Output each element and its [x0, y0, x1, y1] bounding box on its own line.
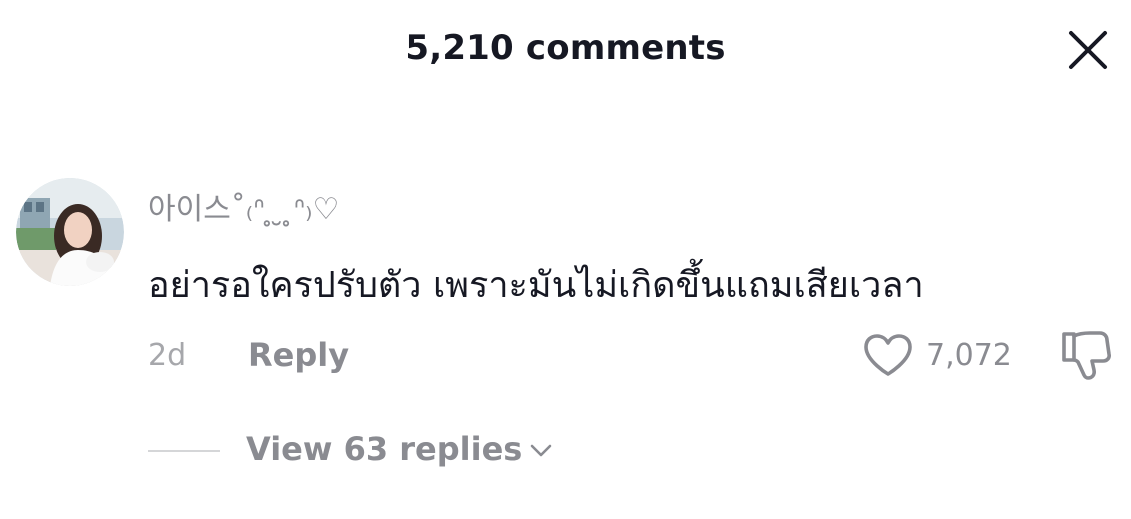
like-count: 7,072 [926, 337, 1012, 373]
comment-timestamp: 2d [148, 338, 187, 373]
comment-username[interactable]: 아이스˚₍ᐢ ̥ ̮ ̥ᐢ₎♡ [148, 184, 339, 228]
avatar[interactable] [16, 178, 124, 286]
view-replies-label: View 63 replies [246, 430, 523, 468]
close-button[interactable] [1066, 28, 1110, 72]
chevron-down-icon [531, 444, 552, 457]
like-button[interactable]: 7,072 [862, 330, 1012, 380]
replies-divider [148, 450, 220, 452]
thumbs-down-icon [1062, 331, 1111, 380]
reply-button[interactable]: Reply [248, 336, 349, 374]
view-replies-button[interactable]: View 63 replies [246, 430, 552, 468]
close-icon [1069, 31, 1107, 69]
heart-outline-icon [864, 334, 912, 376]
dislike-button[interactable] [1058, 328, 1114, 382]
comment-text: อย่ารอใครปรับตัว เพราะมันไม่เกิดขึ้นแถมเ… [148, 265, 924, 306]
comments-count-title: 5,210 comments [405, 28, 726, 68]
